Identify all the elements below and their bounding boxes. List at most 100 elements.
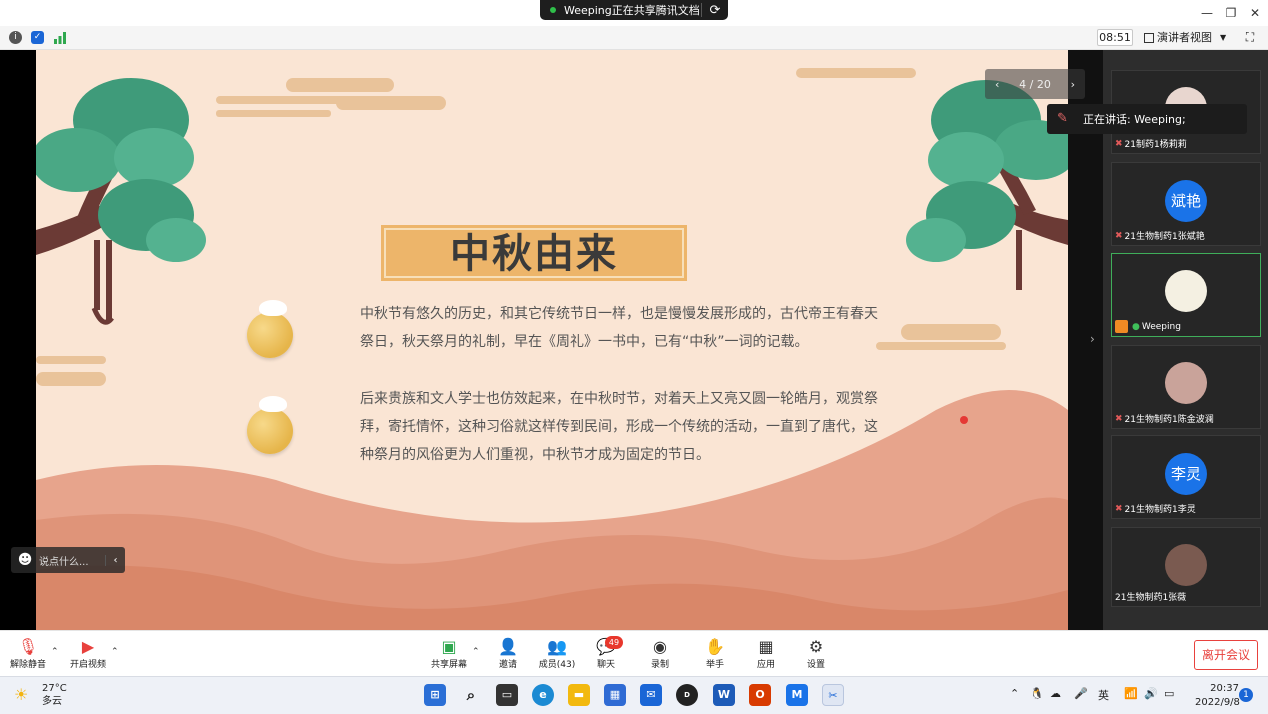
- mail-icon[interactable]: ✉: [640, 684, 662, 706]
- layout-icon: [1144, 32, 1154, 43]
- invite-button[interactable]: 👤 邀请: [494, 637, 522, 670]
- title-bar: Weeping正在共享腾讯文档 ⟳ — ❐ ✕: [0, 0, 1268, 26]
- word-icon[interactable]: W: [713, 684, 735, 706]
- mic-muted-icon: ✖: [1115, 413, 1123, 424]
- sharing-indicator-icon: [550, 7, 556, 13]
- unmute-button[interactable]: 🎙 解除静音: [10, 637, 46, 670]
- moon-icon: [247, 312, 293, 358]
- prev-slide-button[interactable]: ‹: [995, 78, 999, 91]
- speaking-text: 正在讲话: Weeping;: [1083, 113, 1186, 126]
- hand-icon: ✋: [705, 637, 725, 656]
- volume-icon[interactable]: 🔊: [1144, 687, 1158, 700]
- system-clock[interactable]: 20:37 2022/9/8: [1195, 682, 1240, 710]
- mic-muted-icon: ✖: [1115, 503, 1123, 514]
- clock-date: 2022/9/8: [1195, 697, 1240, 708]
- minimize-button[interactable]: —: [1194, 2, 1220, 24]
- cloud-icon[interactable]: ☁: [1050, 687, 1061, 700]
- settings-button[interactable]: ⚙ 设置: [804, 637, 828, 670]
- meeting-timer: 08:51: [1097, 29, 1133, 46]
- participant-name: 21生物制药1李灵: [1124, 505, 1196, 515]
- collapse-icon[interactable]: ‹: [105, 554, 125, 566]
- host-icon: [1115, 320, 1128, 333]
- presentation-slide: 中秋由来 中秋节有悠久的历史，和其它传统节日一样，也是慢慢发展形成的，古代帝王有…: [36, 50, 1068, 630]
- members-button[interactable]: 👥 成员(43): [538, 637, 576, 670]
- share-screen-label: 共享屏幕: [431, 660, 468, 670]
- chevron-up-icon[interactable]: ⌃: [111, 647, 119, 657]
- participant-tile-active[interactable]: ● Weeping: [1111, 253, 1261, 337]
- sync-icon[interactable]: ⟳: [702, 3, 728, 18]
- invite-label: 邀请: [498, 660, 517, 670]
- members-label: 成员(43): [538, 660, 576, 670]
- participant-name: 21生物制药1陈金波澜: [1124, 415, 1214, 425]
- panel-gutter: ›: [1068, 50, 1103, 630]
- restore-button[interactable]: ❐: [1218, 2, 1244, 24]
- signal-icon[interactable]: [53, 31, 67, 44]
- shield-icon[interactable]: ✓: [31, 31, 44, 44]
- next-slide-button[interactable]: ›: [1071, 78, 1075, 91]
- store-icon[interactable]: ▦: [604, 684, 626, 706]
- wifi-icon[interactable]: 📶: [1124, 687, 1138, 700]
- close-button[interactable]: ✕: [1242, 2, 1268, 24]
- raise-hand-button[interactable]: ✋ 举手: [703, 637, 727, 670]
- weather-widget[interactable]: ☀ 27°C 多云: [14, 682, 67, 708]
- emoji-icon[interactable]: ☻: [11, 552, 39, 568]
- battery-icon[interactable]: ▭: [1164, 687, 1174, 700]
- record-button[interactable]: ◉ 录制: [648, 637, 672, 670]
- chevron-down-icon: ▼: [1220, 33, 1227, 42]
- qq-icon[interactable]: 🐧: [1030, 687, 1044, 700]
- leave-meeting-button[interactable]: 离开会议: [1194, 640, 1258, 670]
- chevron-right-icon[interactable]: ›: [1090, 332, 1095, 346]
- page-indicator: 4 / 20: [1019, 77, 1051, 91]
- participant-tile[interactable]: ✖ 21生物制药1陈金波澜: [1111, 345, 1261, 429]
- participant-tile[interactable]: 斌艳 ✖ 21生物制药1张斌艳: [1111, 162, 1261, 246]
- participant-name: 21生物制药1张斌艳: [1124, 232, 1205, 242]
- clock-time: 20:37: [1210, 683, 1239, 694]
- raise-hand-label: 举手: [705, 660, 724, 670]
- snipping-tool-icon[interactable]: ✂: [822, 684, 844, 706]
- mic-muted-icon: ✖: [1115, 138, 1123, 149]
- meeting-control-bar: 🎙 解除静音 ⌃ ▶ 开启视频 ⌃ ▣ 共享屏幕 ⌃ 👤 邀请 👥 成员(43)…: [0, 630, 1268, 676]
- moon-icon: [247, 408, 293, 454]
- share-screen-button[interactable]: ▣ 共享屏幕: [431, 637, 467, 670]
- chat-placeholder[interactable]: 说点什么...: [39, 553, 105, 568]
- fullscreen-icon[interactable]: ⛶: [1243, 30, 1257, 44]
- notification-badge[interactable]: 1: [1239, 688, 1253, 702]
- chevron-up-icon[interactable]: ⌃: [472, 647, 480, 657]
- edge-icon[interactable]: e: [532, 684, 554, 706]
- participant-tile[interactable]: 21生物制药1张薇: [1111, 527, 1261, 607]
- temperature: 27°C: [42, 683, 67, 694]
- chevron-up-icon[interactable]: ⌃: [1010, 687, 1019, 700]
- ime-indicator[interactable]: 英: [1098, 687, 1109, 703]
- microphone-icon[interactable]: 🎤: [1074, 687, 1088, 700]
- users-icon: 👥: [547, 637, 567, 656]
- apps-button[interactable]: ▦ 应用: [754, 637, 778, 670]
- avatar: 斌艳: [1165, 180, 1207, 222]
- os-taskbar: ☀ 27°C 多云 ⊞ ⌕ ▭ e ▬ ▦ ✉ D W O M ✂ ⌃ 🐧 ☁ …: [0, 676, 1268, 714]
- apps-label: 应用: [756, 660, 775, 670]
- participant-name: 21生物制药1张薇: [1115, 593, 1187, 603]
- start-video-button[interactable]: ▶ 开启视频: [70, 637, 106, 670]
- presenter-view-dropdown[interactable]: 演讲者视图 ▼: [1144, 29, 1234, 46]
- office-icon[interactable]: O: [749, 684, 771, 706]
- meeting-info-bar: i ✓ 08:51 演讲者视图 ▼ ⛶: [0, 26, 1268, 50]
- slide-pager: ‹ 4 / 20 ›: [985, 69, 1085, 99]
- search-icon[interactable]: ⌕: [460, 684, 482, 706]
- task-view-icon[interactable]: ▭: [496, 684, 518, 706]
- chevron-up-icon[interactable]: ⌃: [51, 647, 59, 657]
- floating-chat-input[interactable]: ☻ 说点什么... ‹: [11, 547, 125, 573]
- partly-cloudy-icon: ☀: [14, 685, 29, 704]
- slide-title-plaque: 中秋由来: [354, 226, 714, 280]
- file-explorer-icon[interactable]: ▬: [568, 684, 590, 706]
- participant-name: 21制药1杨莉莉: [1124, 140, 1187, 150]
- windows-start-icon[interactable]: ⊞: [424, 684, 446, 706]
- participant-tile[interactable]: 李灵 ✖ 21生物制药1李灵: [1111, 435, 1261, 519]
- info-icon[interactable]: i: [9, 31, 22, 44]
- share-status-banner: Weeping正在共享腾讯文档 ⟳: [540, 0, 728, 20]
- dell-icon[interactable]: D: [676, 684, 698, 706]
- tencent-meeting-icon[interactable]: M: [786, 684, 808, 706]
- record-label: 录制: [650, 660, 669, 670]
- camera-off-icon: ▶: [81, 637, 95, 656]
- avatar: 李灵: [1165, 453, 1207, 495]
- slide-title: 中秋由来: [450, 230, 618, 277]
- mic-icon: ✎: [1057, 111, 1068, 126]
